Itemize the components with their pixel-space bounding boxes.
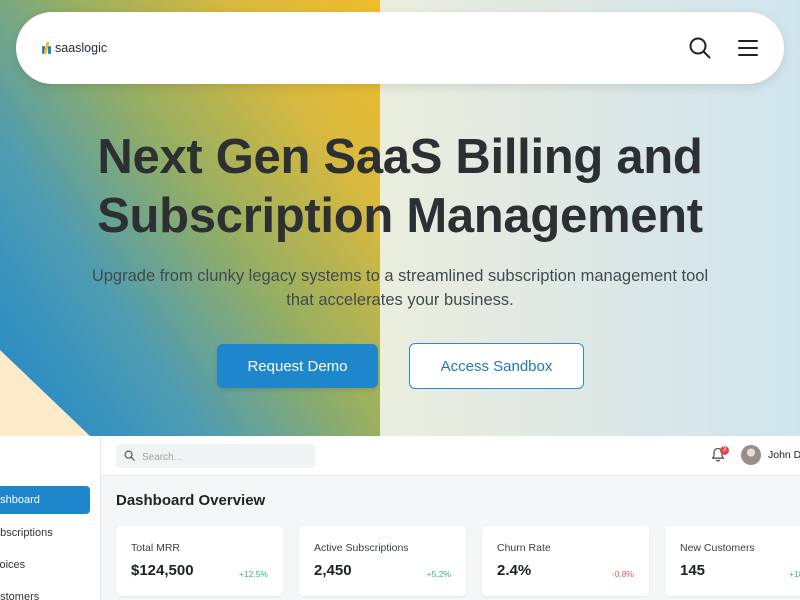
hero-title-line1: Next Gen SaaS Billing and	[97, 130, 703, 184]
dashboard-preview: ashboard ubscriptions voices ustomers 3	[0, 436, 800, 600]
hamburger-menu-icon[interactable]	[736, 36, 760, 60]
dashboard-sidebar: ashboard ubscriptions voices ustomers	[0, 436, 101, 600]
metric-delta: +18	[789, 569, 800, 579]
metric-delta: -0.8%	[611, 569, 634, 579]
request-demo-button[interactable]: Request Demo	[217, 344, 378, 388]
brand-name: saaslogic	[55, 41, 108, 55]
metric-value: $124,500	[131, 562, 194, 579]
sidebar-item-label: ustomers	[0, 591, 40, 600]
hero-subtitle: Upgrade from clunky legacy systems to a …	[60, 264, 740, 312]
sidebar-item-customers[interactable]: ustomers	[0, 583, 39, 600]
metric-card-new-customers: New Customers 145 +18	[665, 526, 800, 596]
logo-mark-icon	[42, 42, 52, 54]
user-name[interactable]: John D	[768, 449, 800, 461]
metric-label: Churn Rate	[497, 542, 551, 554]
sidebar-item-label: ashboard	[0, 494, 40, 506]
sidebar-item-label: ubscriptions	[0, 527, 53, 539]
search-icon	[124, 450, 135, 461]
metric-delta: +5.2%	[426, 569, 451, 579]
dashboard-title: Dashboard Overview	[116, 492, 266, 509]
avatar[interactable]	[741, 445, 761, 465]
top-navbar: saaslogic	[16, 12, 784, 84]
dashboard-topbar: 3 John D	[101, 436, 800, 476]
sidebar-item-dashboard[interactable]: ashboard	[0, 486, 90, 514]
metric-label: New Customers	[680, 542, 755, 554]
metric-label: Active Subscriptions	[314, 542, 409, 554]
metric-delta: +12.5%	[238, 569, 268, 579]
sidebar-item-subscriptions[interactable]: ubscriptions	[0, 519, 53, 547]
metric-card-churn-rate: Churn Rate 2.4% -0.8%	[482, 526, 649, 596]
notification-count-badge: 3	[720, 446, 729, 455]
sidebar-item-label: voices	[0, 559, 26, 571]
metric-card-active-subscriptions: Active Subscriptions 2,450 +5.2%	[299, 526, 466, 596]
access-sandbox-button[interactable]: Access Sandbox	[409, 343, 584, 389]
metric-card-total-mrr: Total MRR $124,500 +12.5%	[116, 526, 283, 596]
metric-value: 2.4%	[497, 562, 532, 579]
metric-value: 145	[680, 562, 706, 579]
search-icon[interactable]	[688, 36, 712, 60]
hero-background-peach-shape	[0, 350, 90, 436]
metric-label: Total MRR	[131, 542, 181, 554]
sidebar-item-invoices[interactable]: voices	[0, 551, 25, 579]
brand-logo[interactable]: saaslogic	[42, 40, 107, 56]
hero-title: Next Gen SaaS Billing and Subscription M…	[0, 128, 800, 246]
hero-subtitle-line2: that accelerates your business.	[286, 291, 514, 309]
hero-subtitle-line1: Upgrade from clunky legacy systems to a …	[91, 267, 709, 285]
metric-value: 2,450	[314, 562, 352, 579]
hero-title-line2: Subscription Management	[97, 189, 703, 243]
dashboard-search	[116, 444, 315, 468]
search-input[interactable]	[140, 447, 314, 467]
